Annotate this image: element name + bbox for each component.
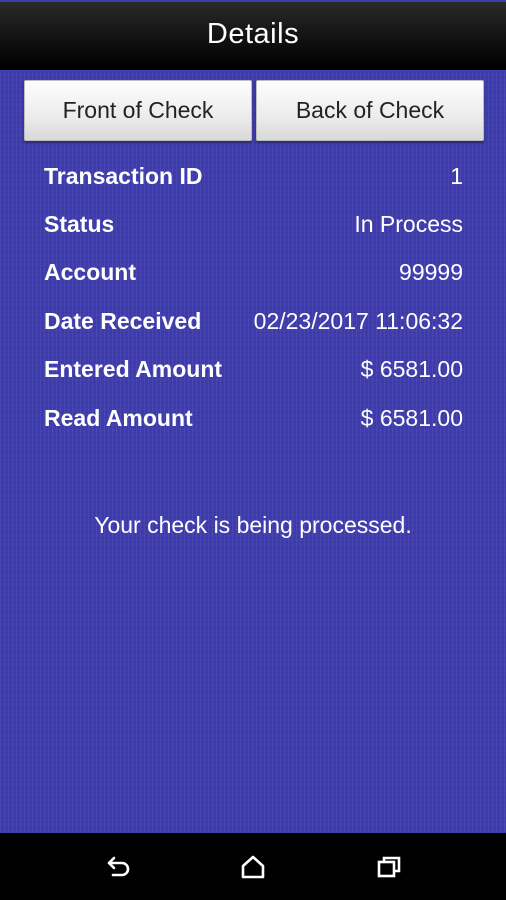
entered-amount-value: $ 6581.00 <box>360 356 463 383</box>
transaction-id-label: Transaction ID <box>44 162 203 189</box>
detail-row-entered-amount: Entered Amount $ 6581.00 <box>44 346 463 394</box>
status-value: In Process <box>354 211 463 238</box>
app-screen: Details Front of Check Back of Check Tra… <box>0 0 506 833</box>
account-label: Account <box>44 259 136 286</box>
transaction-details: Transaction ID 1 Status In Process Accou… <box>44 152 463 442</box>
home-icon[interactable] <box>235 851 271 883</box>
check-image-tabs: Front of Check Back of Check <box>24 80 484 141</box>
account-value: 99999 <box>399 259 463 286</box>
back-of-check-button[interactable]: Back of Check <box>256 80 484 141</box>
title-bar: Details <box>0 0 506 70</box>
page-title: Details <box>206 17 300 50</box>
detail-row-transaction-id: Transaction ID 1 <box>44 152 463 200</box>
date-received-value: 02/23/2017 11:06:32 <box>253 307 463 334</box>
status-label: Status <box>44 211 115 238</box>
recent-apps-icon[interactable] <box>371 851 407 883</box>
status-message: Your check is being processed. <box>94 512 412 538</box>
detail-row-read-amount: Read Amount $ 6581.00 <box>44 394 463 442</box>
transaction-id-value: 1 <box>450 162 463 189</box>
system-nav-bar <box>0 833 506 900</box>
entered-amount-label: Entered Amount <box>44 356 223 383</box>
read-amount-value: $ 6581.00 <box>360 404 463 431</box>
detail-row-status: Status In Process <box>44 200 463 248</box>
read-amount-label: Read Amount <box>44 404 193 431</box>
detail-row-date-received: Date Received 02/23/2017 11:06:32 <box>44 297 463 345</box>
date-received-label: Date Received <box>44 307 202 334</box>
back-icon[interactable] <box>101 851 137 883</box>
front-of-check-button[interactable]: Front of Check <box>24 80 252 141</box>
detail-row-account: Account 99999 <box>44 249 463 297</box>
